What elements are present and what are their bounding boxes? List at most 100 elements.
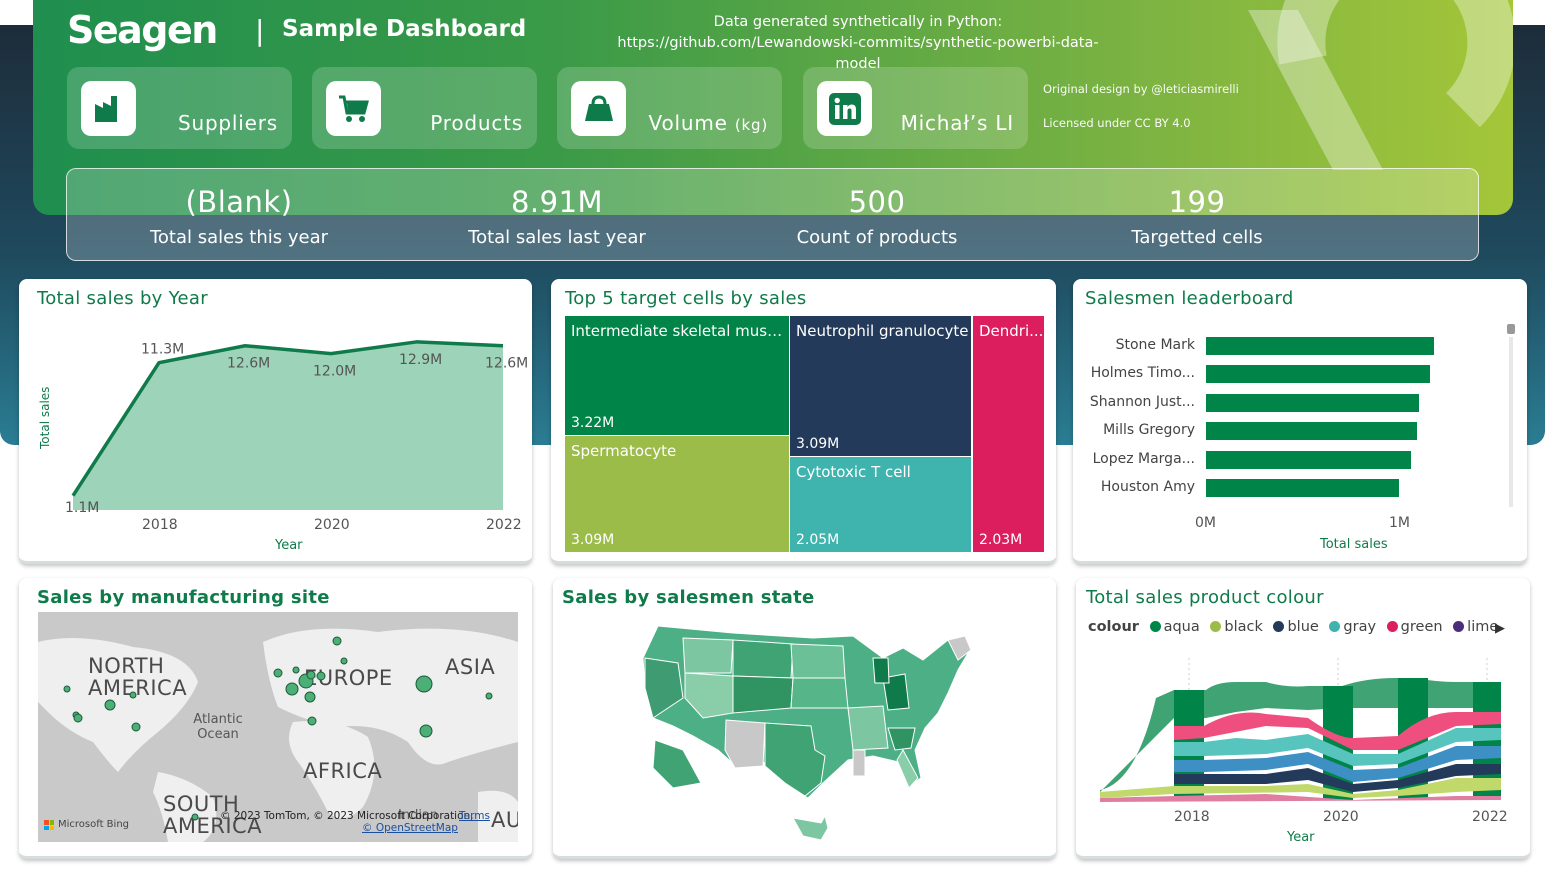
kpi-targetted-cells: 199 Targetted cells [1027,169,1367,248]
treemap-value: 3.22M [571,415,615,431]
title-separator: | [255,14,265,47]
treemap-cell[interactable]: Intermediate skeletal muscl... 3.22M [565,316,789,435]
kpi-label: Total sales this year [149,227,329,248]
data-label: 11.3M [141,342,184,358]
state-region [732,639,794,679]
treemap-cell[interactable]: Spermatocyte 3.09M [565,436,789,552]
microsoft-logo-icon [44,820,54,830]
nav-label-linkedin: Michał’s LI [900,111,1014,135]
state-region [652,739,702,789]
state-region [732,675,794,714]
card-salesmen-state[interactable]: Sales by salesmen state [553,578,1056,859]
map-canvas[interactable]: NORTH AMERICA EUROPE ASIA AFRICA SOUTH A… [38,612,518,842]
site-bubble [307,716,317,726]
state-region [792,814,829,841]
kpi-label: Targetted cells [1131,227,1263,248]
site-bubbles[interactable] [38,612,518,842]
data-source-note: Data generated synthetically in Python: … [617,14,1099,72]
ribbon-lime [1100,778,1501,798]
leaderboard-name: Mills Gregory [1103,422,1195,439]
terms-link[interactable]: Terms [459,810,490,822]
treemap-value: 3.09M [571,532,615,548]
page-title: Sample Dashboard [282,16,527,42]
scrollbar-thumb[interactable] [1507,324,1515,334]
leaderboard-bar[interactable] [1206,422,1417,441]
kpi-value: 500 [848,185,906,219]
site-bubble [306,670,316,680]
state-region [847,705,889,751]
site-bubble [292,666,300,674]
us-state-map[interactable] [553,578,1056,859]
data-label: 12.6M [485,356,528,372]
brand-logo: Seagen [67,8,218,52]
state-region [724,719,766,769]
state-region [790,643,846,679]
card-manufacturing-site[interactable]: Sales by manufacturing site NORTH AMERIC… [19,578,532,859]
ribbon-chart[interactable]: 2018 2020 2022 Year [1076,578,1530,859]
state-region [790,677,849,709]
treemap-cell[interactable]: Cytotoxic T cell 2.05M [790,457,971,552]
treemap-label: Cytotoxic T cell [796,463,911,481]
x-tick: 2018 [142,517,178,533]
bing-attribution: Microsoft Bing [58,819,130,830]
area-chart[interactable]: 1.1M 11.3M 12.6M 12.0M 12.9M 12.6M 2018 2020 202… [19,279,532,564]
state-region [852,749,866,777]
nav-label-volume: Volume (kg) [648,111,768,135]
x-tick-2020: 2020 [1323,809,1359,825]
site-bubble [332,636,342,646]
map-copyright: © 2023 TomTom, © 2023 Microsoft Corporat… [220,810,474,822]
x-axis-title: Year [1286,830,1315,845]
scrollbar-track[interactable] [1509,337,1513,507]
treemap-value: 3.09M [796,436,840,452]
site-bubble [191,813,199,821]
nav-button-volume[interactable]: Volume (kg) [557,67,782,149]
card-sales-by-year[interactable]: Total sales by Year 1.1M 11.3M 12.6M 12.0M 1… [19,279,532,564]
card-salesmen-leaderboard[interactable]: Salesmen leaderboard Stone Mark Holmes Ti… [1073,279,1527,564]
linkedin-icon [817,81,872,136]
site-bubble [304,691,316,703]
site-bubble [131,722,141,732]
nav-label-suppliers: Suppliers [177,111,278,135]
x-tick-2018: 2018 [1174,809,1210,825]
site-bubble [63,685,71,693]
state-region [872,657,890,684]
x-axis-title: Year [274,538,303,553]
data-label: 12.9M [399,352,442,368]
kpi-label: Count of products [796,227,958,248]
axis-tick: 0M [1195,515,1216,531]
site-bubble [415,675,433,693]
treemap-label: Dendri... [979,322,1044,340]
data-label: 12.6M [227,356,270,372]
kpi-total-sales-last-year: 8.91M Total sales last year [387,169,727,248]
card-title: Top 5 target cells by sales [565,288,807,309]
leaderboard-name: Holmes Timo... [1090,365,1195,382]
kpi-value: (Blank) [185,185,293,219]
treemap-cell[interactable]: Dendri... 2.03M [973,316,1044,552]
data-label: 12.0M [313,364,356,380]
license-credit: Licensed under CC BY 4.0 [1043,116,1191,130]
site-bubble [340,657,348,665]
axis-tick: 1M [1389,515,1410,531]
leaderboard-bar[interactable] [1206,479,1400,497]
nav-button-suppliers[interactable]: Suppliers [67,67,292,149]
nav-button-linkedin[interactable]: Michał’s LI [803,67,1028,149]
site-bubble [485,692,493,700]
card-top-target-cells[interactable]: Top 5 target cells by sales Intermediate… [551,279,1056,564]
leaderboard-bar[interactable] [1206,450,1411,469]
site-bubble [285,682,299,696]
nav-button-products[interactable]: Products [312,67,537,149]
openstreetmap-link[interactable]: © OpenStreetMap [362,822,458,834]
leaderboard-bar[interactable] [1206,393,1419,412]
x-tick-2022: 2022 [1472,809,1508,825]
card-title: Salesmen leaderboard [1085,288,1294,309]
treemap-cell[interactable]: Neutrophil granulocyte 3.09M [790,316,971,456]
design-credit: Original design by @leticiasmirelli [1043,82,1239,96]
leaderboard-bar[interactable] [1206,337,1435,355]
treemap-label: Spermatocyte [571,442,677,460]
site-bubble [273,668,283,678]
kpi-label: Total sales last year [468,227,646,248]
leaderboard-bar[interactable] [1206,365,1431,384]
kpi-count-of-products: 500 Count of products [707,169,1047,248]
leaderboard-name: Lopez Marga... [1092,450,1195,467]
card-product-colour[interactable]: Total sales product colour colour aqua b… [1076,578,1530,859]
